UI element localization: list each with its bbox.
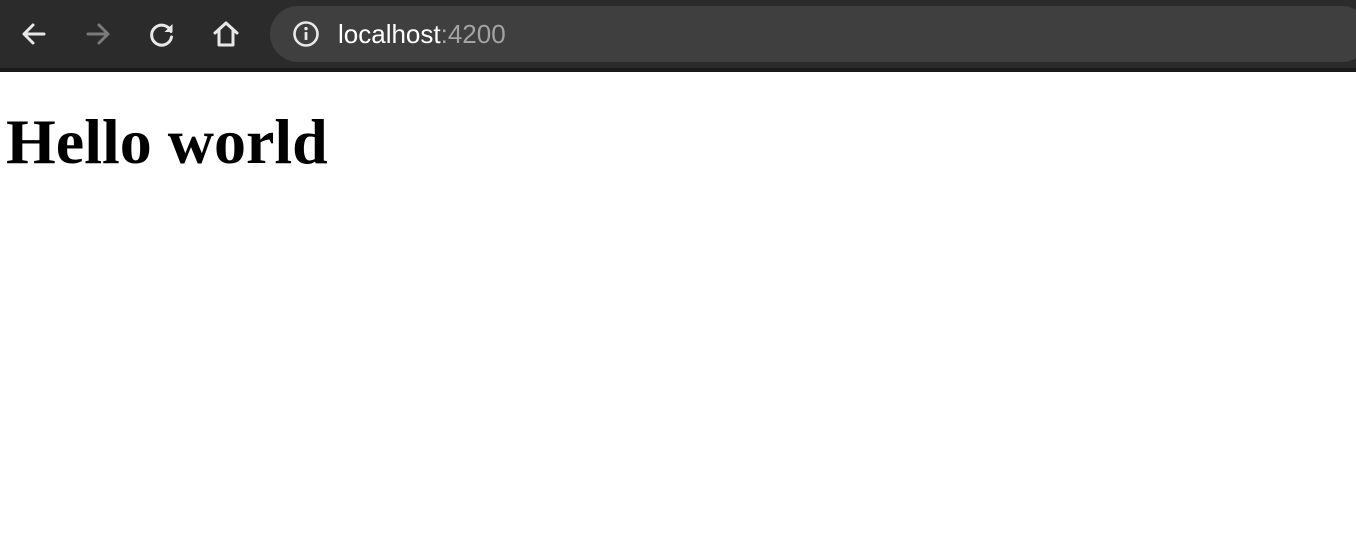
address-bar[interactable]: localhost:4200: [270, 6, 1356, 62]
forward-button[interactable]: [78, 14, 118, 54]
site-info-button[interactable]: [292, 20, 320, 48]
page-heading: Hello world: [6, 106, 328, 177]
arrow-left-icon: [22, 23, 46, 45]
reload-button[interactable]: [142, 14, 182, 54]
arrow-right-icon: [86, 23, 110, 45]
page-content: Hello world: [0, 72, 1356, 552]
home-icon: [213, 21, 239, 47]
url-port: :4200: [440, 18, 506, 49]
reload-icon: [150, 23, 173, 47]
info-icon: [293, 21, 319, 47]
browser-toolbar: localhost:4200: [0, 0, 1356, 72]
back-button[interactable]: [14, 14, 54, 54]
home-button[interactable]: [206, 14, 246, 54]
url-text[interactable]: localhost:4200: [338, 19, 506, 50]
url-host: localhost: [338, 18, 441, 49]
